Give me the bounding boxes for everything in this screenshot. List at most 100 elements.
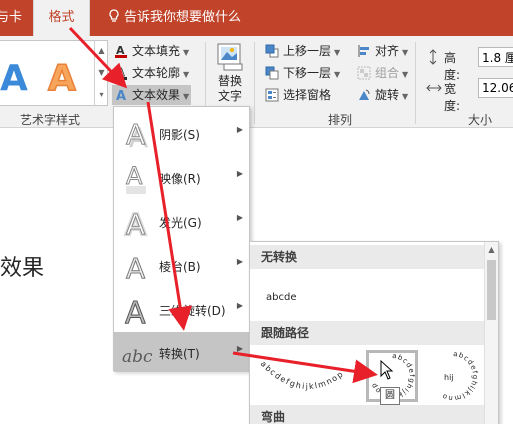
send-backward-button[interactable]: 下移一层 ▼ (265, 63, 340, 83)
text-effects-menu: AA 阴影(S) ▶ A 映像(R) ▶ AA 发光(G) ▶ A 棱台(B) … (113, 106, 250, 372)
bevel-a-icon: A (126, 252, 146, 285)
alt-text-line1: 替换 (217, 74, 242, 88)
transform-abc-icon: abc (122, 347, 153, 367)
menu-item-label: 转换(T) (159, 347, 200, 361)
3d-rotation-a-icon: A (125, 296, 147, 329)
menu-item-label: 三维旋转(D) (159, 304, 226, 318)
group-divider (254, 42, 255, 124)
tab-previous[interactable]: 与卡 (0, 0, 22, 36)
alt-text-icon (217, 43, 243, 71)
text-fill-label: 文本填充 (132, 44, 181, 58)
chevron-right-icon: ▶ (236, 169, 243, 178)
scrollbar-thumb[interactable] (487, 260, 496, 320)
align-label: 对齐 (375, 44, 400, 58)
chevron-down-icon: ▼ (183, 48, 190, 57)
width-input[interactable] (478, 78, 513, 98)
group-button[interactable]: 组合 ▼ (357, 63, 408, 83)
svg-text:A: A (126, 252, 145, 284)
menu-item-bevel[interactable]: A 棱台(B) ▶ (114, 244, 249, 288)
svg-text:A: A (126, 162, 143, 190)
tell-me-search[interactable]: 告诉我你想要做什么 (108, 0, 241, 36)
svg-text:A: A (126, 208, 145, 240)
height-label: 高度: (444, 51, 461, 82)
chevron-right-icon: ▶ (236, 344, 243, 353)
text-fill-button[interactable]: A 文本填充 ▼ (114, 41, 189, 61)
chevron-right-icon: ▶ (236, 301, 243, 310)
slide-text-box[interactable]: 效果 (0, 250, 44, 282)
rotate-icon (359, 89, 370, 100)
text-effects-button[interactable]: A 文本效果 ▼ (112, 85, 192, 105)
text-fill-icon: A (115, 44, 127, 58)
menu-item-label: 映像(R) (159, 172, 201, 186)
group-icon (357, 66, 371, 80)
shadow-a-icon: AA (126, 118, 149, 153)
selection-pane-icon (265, 88, 279, 102)
menu-item-label: 棱台(B) (159, 260, 201, 274)
send-backward-label: 下移一层 (283, 66, 332, 80)
mouse-cursor-icon (380, 360, 394, 380)
gallery-more-icon[interactable]: ▾ (95, 84, 108, 106)
height-icon (429, 49, 437, 65)
text-effects-label: 文本效果 (132, 88, 181, 102)
rotate-label: 旋转 (375, 88, 400, 102)
selection-pane-button[interactable]: 选择窗格 (265, 85, 331, 105)
no-transform-header: 无转换 (250, 245, 485, 269)
chevron-right-icon: ▶ (236, 213, 243, 222)
bring-forward-button[interactable]: 上移一层 ▼ (265, 41, 340, 61)
follow-path-button[interactable]: abcdefghijklmno hij (422, 350, 484, 402)
text-outline-label: 文本轮廓 (132, 66, 181, 80)
svg-text:A: A (125, 296, 146, 328)
chevron-down-icon: ▼ (334, 70, 341, 79)
menu-item-glow[interactable]: AA 发光(G) ▶ (114, 200, 249, 244)
tab-format[interactable]: 格式 (33, 0, 90, 37)
size-group-label: 大小 (468, 113, 493, 127)
submenu-scrollbar[interactable]: ▲ (484, 242, 498, 424)
menu-item-shadow[interactable]: AA 阴影(S) ▶ (114, 112, 249, 156)
bring-forward-icon (265, 44, 279, 58)
alt-text-button[interactable]: 替换 文字 (213, 42, 247, 104)
group-label: 组合 (375, 66, 400, 80)
height-input[interactable] (478, 47, 513, 67)
chevron-down-icon: ▼ (183, 92, 190, 101)
svg-text:A: A (126, 118, 145, 151)
svg-text:abc: abc (122, 347, 153, 367)
svg-text:A: A (116, 89, 126, 102)
transform-submenu: 无转换 abcde 跟随路径 abcdefghijklmnop abcdefgh… (249, 241, 499, 424)
send-backward-icon (265, 66, 279, 80)
chevron-right-icon: ▶ (236, 125, 243, 134)
menu-item-reflection[interactable]: A 映像(R) ▶ (114, 156, 249, 200)
wordart-style-orange[interactable]: A (47, 57, 76, 100)
warp-header: 弯曲 (250, 405, 485, 424)
menu-item-transform[interactable]: abc 转换(T) ▶ (114, 332, 249, 372)
chevron-down-icon: ▼ (183, 70, 190, 79)
align-button[interactable]: 对齐 ▼ (357, 41, 408, 61)
gallery-scroll[interactable]: ▲ ▼ ▾ (94, 40, 108, 106)
lightbulb-icon (109, 9, 119, 22)
no-transform-option[interactable]: abcde (266, 292, 296, 303)
menu-item-label: 发光(G) (159, 216, 202, 230)
selection-pane-label: 选择窗格 (283, 88, 332, 102)
gallery-down-icon[interactable]: ▼ (95, 62, 108, 84)
reflection-a-icon: A (126, 162, 146, 194)
chevron-down-icon: ▼ (334, 48, 341, 57)
scroll-up-icon[interactable]: ▲ (485, 242, 498, 258)
rotate-button[interactable]: 旋转 ▼ (357, 85, 408, 105)
follow-path-arch-down[interactable]: abcdefghijklmnop (254, 350, 362, 402)
follow-path-header: 跟随路径 (250, 321, 485, 345)
wordart-style-blue[interactable]: A (0, 58, 28, 99)
alt-text-line2: 文字 (217, 89, 242, 103)
width-icon (426, 84, 442, 92)
width-label: 宽度: (444, 82, 461, 113)
text-outline-button[interactable]: A 文本轮廓 ▼ (114, 63, 189, 83)
text-outline-icon: A (115, 66, 127, 80)
arrange-group-label: 排列 (328, 113, 353, 127)
svg-text:hij: hij (444, 373, 454, 382)
tell-me-text: 告诉我你想要做什么 (124, 10, 242, 25)
glow-a-icon: AA (124, 206, 147, 240)
wordart-group-label: 艺术字样式 (20, 113, 81, 127)
chevron-down-icon: ▼ (402, 92, 409, 101)
gallery-up-icon[interactable]: ▲ (95, 40, 108, 62)
chevron-down-icon: ▼ (402, 48, 409, 57)
menu-item-3d-rotation[interactable]: A 三维旋转(D) ▶ (114, 288, 249, 332)
bring-forward-label: 上移一层 (283, 44, 332, 58)
